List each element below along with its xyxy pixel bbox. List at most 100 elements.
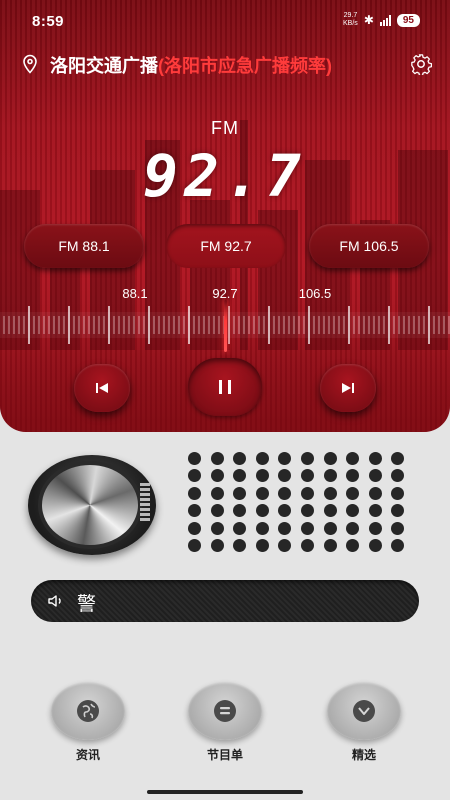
announcement-bar: 警 <box>31 580 419 622</box>
speaker-hole <box>346 452 360 465</box>
pause-icon <box>219 380 231 394</box>
next-icon <box>342 383 354 393</box>
frequency-display: 92.7 <box>143 142 307 210</box>
speaker-hole <box>368 539 382 552</box>
speaker-hole <box>255 504 269 518</box>
speaker-hole <box>323 452 337 465</box>
radio-app: 8:59 29.7 KB/s ✱ 95 洛阳交通广播(洛阳市应急广播频率) FM… <box>0 0 450 800</box>
scale-label-1: 88.1 <box>122 286 148 301</box>
knob-dial <box>42 465 138 545</box>
network-speed-unit: KB/s <box>343 20 358 27</box>
speaker-hole <box>323 504 337 518</box>
announcement-text: 警 <box>77 594 97 615</box>
speaker-hole <box>368 469 382 483</box>
speaker-hole <box>301 539 314 552</box>
preset-button-3[interactable]: FM 106.5 <box>309 224 429 268</box>
speaker-hole <box>278 504 292 518</box>
title-bar: 洛阳交通广播(洛阳市应急广播频率) <box>0 50 450 78</box>
scale-label-3: 106.5 <box>298 286 332 301</box>
speaker-hole <box>188 504 201 518</box>
speaker-hole <box>346 504 360 518</box>
speaker-hole <box>391 486 405 500</box>
speaker-hole <box>323 521 337 535</box>
gear-icon[interactable] <box>410 53 432 75</box>
speaker-hole <box>323 469 337 483</box>
speaker-hole <box>368 452 382 465</box>
preset-button-2[interactable]: FM 92.7 <box>166 224 286 268</box>
network-speed: 29.7 KB/s <box>343 12 358 28</box>
nav-item-featured[interactable]: 精选 <box>327 682 401 763</box>
speaker-grill <box>185 452 421 552</box>
nav-featured-button[interactable] <box>327 682 401 740</box>
speaker-hole <box>278 539 292 552</box>
speaker-hole <box>278 521 292 535</box>
battery-indicator: 95 <box>396 13 420 27</box>
station-subtitle: (洛阳市应急广播频率) <box>158 56 332 76</box>
nav-item-schedule[interactable]: 节目单 <box>188 682 262 763</box>
list-icon <box>214 700 236 722</box>
speaker-hole <box>391 452 405 465</box>
speaker-hole <box>391 521 405 535</box>
nav-schedule-label: 节目单 <box>206 748 243 762</box>
speaker-hole <box>301 486 314 500</box>
speaker-hole <box>233 521 247 535</box>
location-pin-icon[interactable] <box>21 54 39 74</box>
speaker-hole <box>323 539 337 552</box>
speaker-hole <box>301 469 314 483</box>
speaker-hole <box>188 486 201 500</box>
home-indicator[interactable] <box>147 790 303 794</box>
speaker-hole <box>188 539 201 552</box>
station-name: 洛阳交通广播 <box>50 56 158 76</box>
speaker-hole <box>278 452 292 465</box>
band-label: FM <box>211 118 239 138</box>
speaker-hole <box>188 469 201 483</box>
speaker-hole <box>210 452 224 465</box>
speaker-hole <box>210 469 224 483</box>
speaker-hole <box>210 539 224 552</box>
speaker-hole <box>233 539 247 552</box>
heart-icon <box>353 700 375 722</box>
signal-icon <box>379 14 391 26</box>
speaker-hole <box>391 539 405 552</box>
nav-news-label: 资讯 <box>75 748 100 762</box>
nav-news-button[interactable] <box>51 682 125 740</box>
speaker-hole <box>301 521 314 535</box>
speaker-hole <box>210 504 224 518</box>
volume-level-bars <box>140 483 150 527</box>
globe-icon <box>77 700 99 722</box>
speaker-hole <box>233 452 247 465</box>
speaker-hole <box>255 486 269 500</box>
status-icons: 29.7 KB/s ✱ 95 <box>343 12 420 28</box>
nav-schedule-button[interactable] <box>188 682 262 740</box>
speaker-icon <box>48 595 61 607</box>
speaker-hole <box>301 452 314 465</box>
speaker-hole <box>346 521 360 535</box>
volume-knob[interactable] <box>28 455 156 555</box>
speaker-hole <box>188 452 201 465</box>
speaker-hole <box>188 521 201 535</box>
preset-button-1[interactable]: FM 88.1 <box>24 224 144 268</box>
bluetooth-icon: ✱ <box>363 13 374 27</box>
previous-icon <box>96 383 108 393</box>
speaker-hole <box>346 469 360 483</box>
nav-featured-label: 精选 <box>351 748 376 762</box>
speaker-hole <box>301 504 314 518</box>
speaker-hole <box>323 486 337 500</box>
speaker-hole <box>346 486 360 500</box>
previous-button[interactable] <box>74 364 130 412</box>
speaker-hole <box>368 486 382 500</box>
pause-button[interactable] <box>188 358 262 416</box>
nav-item-news[interactable]: 资讯 <box>51 682 125 763</box>
status-time: 8:59 <box>32 13 65 30</box>
speaker-hole <box>255 469 269 483</box>
next-button[interactable] <box>320 364 376 412</box>
tuning-needle[interactable] <box>224 300 227 352</box>
speaker-hole <box>255 539 269 552</box>
station-title: 洛阳交通广播(洛阳市应急广播频率) <box>50 52 332 78</box>
status-bar: 8:59 29.7 KB/s ✱ 95 <box>0 0 450 40</box>
speaker-hole <box>210 486 224 500</box>
speaker-hole <box>278 469 292 483</box>
speaker-hole <box>233 469 247 483</box>
speaker-hole <box>368 521 382 535</box>
speaker-hole <box>255 521 269 535</box>
